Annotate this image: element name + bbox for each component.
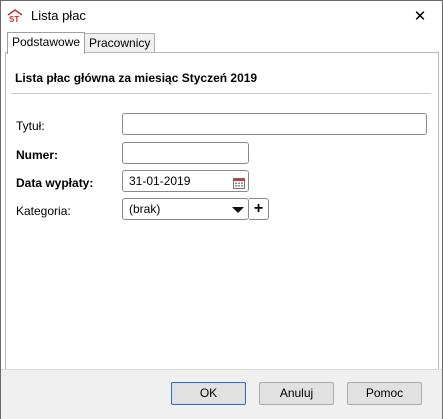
payment-date-value: 31-01-2019 bbox=[129, 174, 191, 188]
tab-label: Pracownicy bbox=[89, 36, 151, 50]
add-category-button[interactable]: + bbox=[249, 198, 269, 220]
number-label: Numer: bbox=[16, 148, 59, 162]
tab-label: Podstawowe bbox=[12, 35, 81, 49]
plus-icon: + bbox=[253, 200, 264, 217]
tab-strip: Podstawowe Pracownicy bbox=[7, 32, 439, 54]
category-select[interactable]: (brak) bbox=[122, 198, 249, 220]
title-bar: ST Lista płac ✕ bbox=[1, 1, 442, 31]
chevron-down-icon bbox=[232, 207, 244, 213]
payment-date-input[interactable]: 31-01-2019 bbox=[122, 170, 249, 192]
payment-date-label: Data wypłaty: bbox=[16, 176, 94, 190]
close-icon: ✕ bbox=[413, 8, 427, 25]
window-title: Lista płac bbox=[31, 8, 86, 23]
page-title: Lista płac główna za miesiąc Styczeń 201… bbox=[15, 71, 258, 85]
dialog-window: ST Lista płac ✕ Podstawowe Pracownicy Li… bbox=[0, 0, 443, 419]
svg-text:ST: ST bbox=[9, 15, 19, 23]
number-input[interactable] bbox=[122, 142, 249, 164]
tab-panel-podstawowe: Lista płac główna za miesiąc Styczeń 201… bbox=[5, 52, 439, 370]
calendar-icon[interactable] bbox=[233, 175, 245, 189]
ok-button[interactable]: OK bbox=[171, 382, 246, 405]
close-button[interactable]: ✕ bbox=[398, 1, 442, 31]
cancel-button[interactable]: Anuluj bbox=[259, 382, 334, 405]
category-label: Kategoria: bbox=[16, 204, 71, 218]
category-value: (brak) bbox=[129, 202, 161, 216]
help-button[interactable]: Pomoc bbox=[347, 382, 422, 405]
title-input[interactable] bbox=[122, 113, 427, 135]
title-label: Tytuł: bbox=[16, 119, 45, 133]
tab-podstawowe[interactable]: Podstawowe bbox=[7, 32, 86, 54]
payroll-app-icon: ST bbox=[7, 9, 23, 24]
tab-pracownicy[interactable]: Pracownicy bbox=[84, 33, 156, 53]
button-bar: OK Anuluj Pomoc bbox=[1, 369, 442, 419]
divider bbox=[11, 93, 431, 94]
